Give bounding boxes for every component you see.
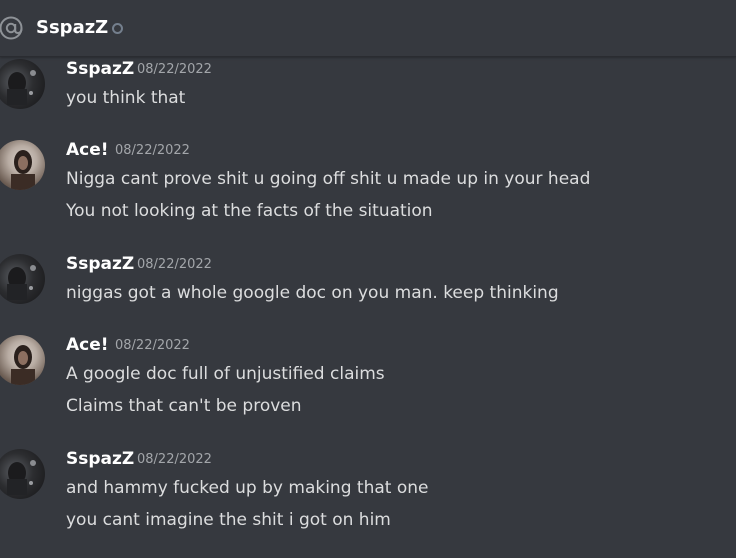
message-author[interactable]: Ace! (66, 333, 109, 357)
avatar[interactable] (0, 335, 45, 385)
message-author[interactable]: SspazZ (66, 57, 134, 81)
message-text: Claims that can't be proven (66, 396, 302, 416)
message-timestamp: 08/22/2022 (137, 62, 212, 77)
message-text: A google doc full of unjustified claims (66, 364, 385, 384)
message-text: and hammy fucked up by making that one (66, 478, 429, 498)
message-author[interactable]: Ace! (66, 138, 109, 162)
message-list: SspazZ 08/22/2022 you think that Ace! 08… (0, 57, 736, 558)
avatar[interactable] (0, 59, 45, 109)
channel-header: SspazZ (0, 0, 736, 57)
message-text: you think that (66, 88, 186, 108)
avatar[interactable] (0, 254, 45, 304)
message-timestamp: 08/22/2022 (137, 452, 212, 467)
message-timestamp: 08/22/2022 (115, 338, 190, 353)
message-timestamp: 08/22/2022 (137, 257, 212, 272)
message-text: Nigga cant prove shit u going off shit u… (66, 169, 591, 189)
message-timestamp: 08/22/2022 (115, 143, 190, 158)
dm-recipient-name[interactable]: SspazZ (36, 15, 108, 41)
message-text: You not looking at the facts of the situ… (66, 201, 433, 221)
message-text: you cant imagine the shit i got on him (66, 510, 391, 530)
message-author[interactable]: SspazZ (66, 252, 134, 276)
at-sign-icon (0, 16, 23, 40)
avatar[interactable] (0, 449, 45, 499)
message-text: niggas got a whole google doc on you man… (66, 283, 559, 303)
avatar[interactable] (0, 140, 45, 190)
offline-status-icon (112, 23, 123, 34)
message-author[interactable]: SspazZ (66, 447, 134, 471)
